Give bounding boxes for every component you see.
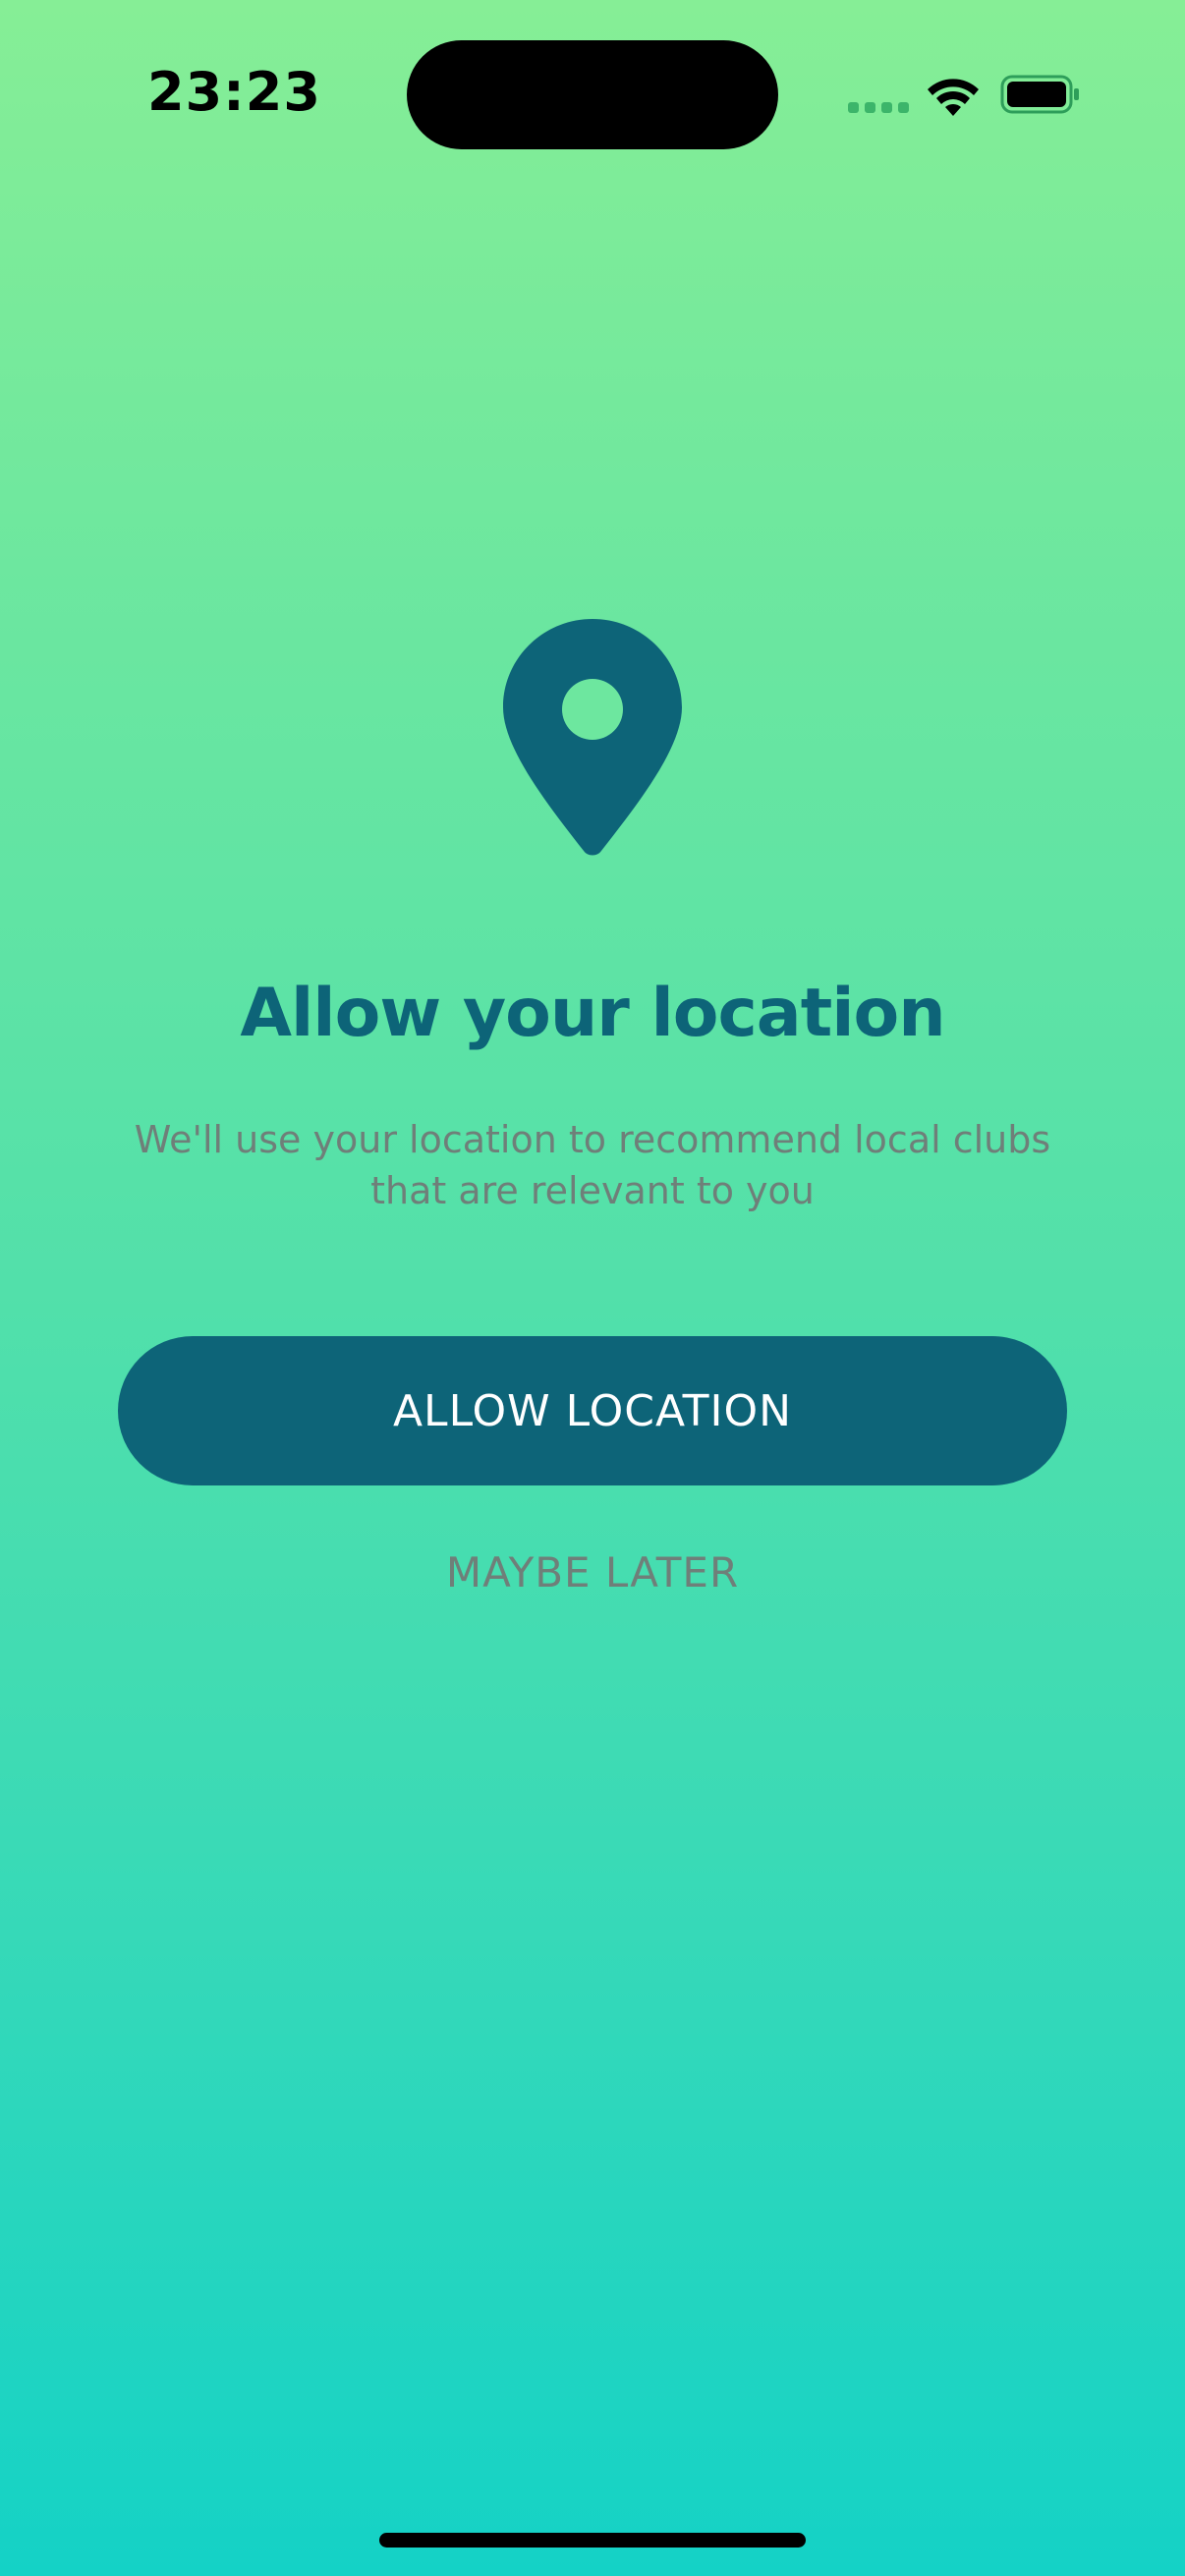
battery-icon [1000, 75, 1079, 114]
allow-location-button[interactable]: ALLOW LOCATION [118, 1336, 1067, 1485]
cellular-signal-icon [848, 102, 909, 113]
wifi-icon [928, 79, 979, 116]
maybe-later-button[interactable]: MAYBE LATER [347, 1538, 838, 1606]
allow-location-label: ALLOW LOCATION [392, 1385, 793, 1436]
home-indicator[interactable] [379, 2533, 806, 2548]
page-subtitle: We'll use your location to recommend loc… [134, 1118, 1051, 1212]
page-title: Allow your location [240, 975, 945, 1052]
location-pin-icon [503, 619, 682, 856]
status-bar-time: 23:23 [147, 61, 321, 123]
dynamic-island [407, 40, 778, 149]
maybe-later-label: MAYBE LATER [445, 1547, 740, 1596]
